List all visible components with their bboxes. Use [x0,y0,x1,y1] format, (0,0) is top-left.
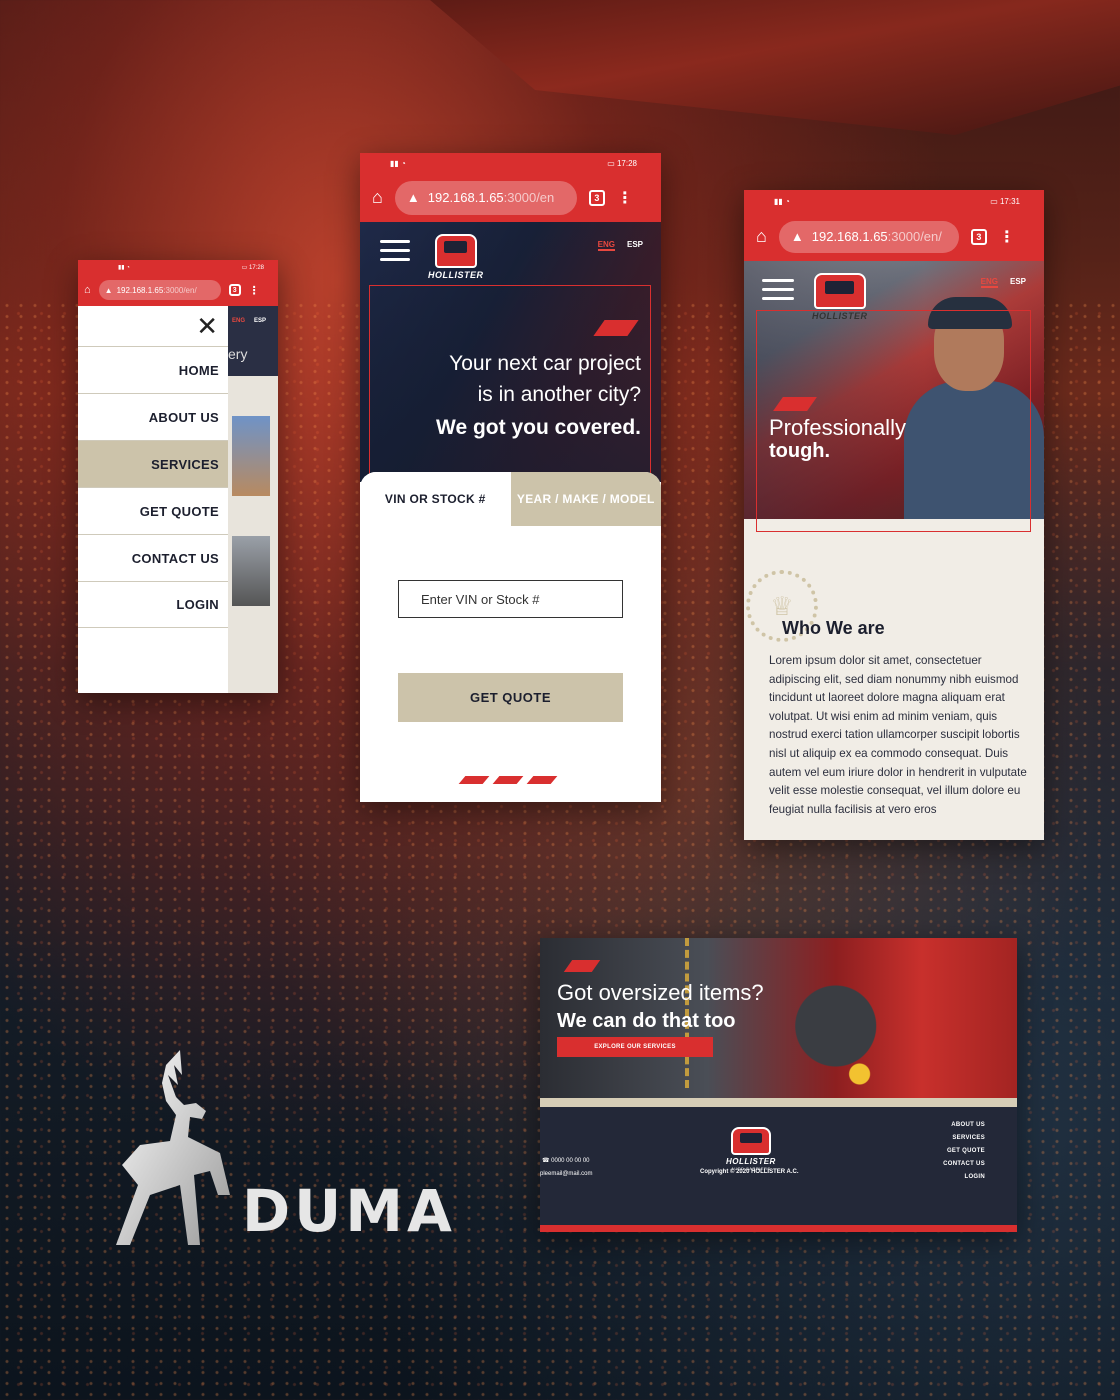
who-body-text: Lorem ipsum dolor sit amet, consectetuer… [769,654,1027,816]
warning-icon: ▲ [406,190,420,205]
footer-email[interactable]: pleemail@mail.com [540,1168,592,1181]
warning-icon: ▲ [790,229,804,244]
footer-phone: 0000 00 00 00 [551,1158,590,1164]
footer-link-get-quote[interactable]: GET QUOTE [943,1145,985,1158]
menu-item-about-us[interactable]: ABOUT US [78,393,228,440]
browser-bar: ⌂ ▲ 192.168.1.65:3000/en/ 3 ⋮ [744,212,1044,261]
who-title: Who We are [782,618,885,638]
home-icon[interactable]: ⌂ [84,284,91,296]
quote-tabs: VIN OR STOCK # YEAR / MAKE / MODEL [360,472,661,526]
footer-link-contact-us[interactable]: CONTACT US [943,1158,985,1171]
footer-contact: ☎ 0000 00 00 00 pleemail@mail.com [540,1155,592,1181]
warning-icon: ▲ [104,285,113,295]
status-time: 17:31 [999,196,1020,206]
airplane-wing [430,0,1120,135]
language-switch: ENG ESP [980,277,1026,288]
hamburger-menu-icon[interactable] [380,240,410,261]
status-time: 17:28 [248,264,264,271]
language-switch: ENG ESP [597,240,643,251]
hero-section: HOLLISTER ENG ESP Your next car project … [360,222,661,482]
menu-item-contact-us[interactable]: CONTACT US [78,534,228,581]
phone-icon: ☎ [542,1158,552,1164]
browser-bar: ⌂ ▲ 192.168.1.65:3000/en 3 ⋮ [360,173,661,222]
battery-icon: ▭ [607,158,617,168]
hero-frame [756,310,1031,532]
brand-name: DUMA [242,1177,456,1245]
nav-menu-panel: ✕ HOME ABOUT US SERVICES GET QUOTE CONTA… [78,306,228,693]
footer-nav: ABOUT US SERVICES GET QUOTE CONTACT US L… [943,1119,985,1184]
url-field[interactable]: ▲ 192.168.1.65:3000/en/ [778,220,959,253]
beige-divider [540,1098,1017,1107]
truck-logo-icon [434,234,477,268]
status-bar: ▮▮ ◔ ▭ 17:28 [78,260,278,274]
site-footer: HOLLISTER AUTO CARRIERS ☎ 0000 00 00 00 … [540,1107,1017,1225]
footer-logo[interactable]: HOLLISTER AUTO CARRIERS [726,1127,776,1171]
duma-brand: DUMA [110,1045,452,1255]
tab-vin-or-stock[interactable]: VIN OR STOCK # [360,472,511,526]
tab-count[interactable]: 3 [228,284,241,296]
browser-bar: ⌂ ▲ 192.168.1.65:3000/en/ 3 ⋮ [78,274,278,306]
menu-item-login[interactable]: LOGIN [78,581,228,628]
oversized-subtitle: We can do that too [557,1010,736,1032]
menu-item-get-quote[interactable]: GET QUOTE [78,487,228,534]
lang-eng[interactable]: ENG [980,277,998,288]
signal-icon: ▮▮ ◔ [774,196,790,206]
lang-eng[interactable]: ENG [597,240,615,251]
close-icon[interactable]: ✕ [196,311,218,342]
slider-dots[interactable] [458,776,558,784]
footer-red-line [540,1225,1017,1232]
phone-quote-screen: ▮▮ ◔ ▭ 17:28 ⌂ ▲ 192.168.1.65:3000/en 3 … [360,153,661,802]
overflow-menu-icon[interactable]: ⋮ [249,284,260,297]
tab-year-make-model[interactable]: YEAR / MAKE / MODEL [510,472,661,526]
tab-count[interactable]: 3 [588,189,605,206]
vin-input[interactable] [398,580,623,618]
phone-who-screen: ▮▮ ◔ ▭ 17:31 ⌂ ▲ 192.168.1.65:3000/en/ 3… [744,190,1044,840]
footer-link-login[interactable]: LOGIN [943,1171,985,1184]
page-behind-menu: ENG ESP ery [228,306,278,693]
status-bar: ▮▮ ◔ ▭ 17:28 [360,153,661,173]
status-bar: ▮▮ ◔ ▭ 17:31 [744,190,1044,212]
status-time: 17:28 [616,158,637,168]
lang-esp[interactable]: ESP [1010,277,1026,288]
copyright: Copyright © 2020 HOLLISTER A.C. [700,1169,799,1175]
menu-item-services[interactable]: SERVICES [78,440,228,487]
home-icon[interactable]: ⌂ [372,187,383,208]
desktop-footer-screen: Got oversized items? We can do that too … [540,938,1017,1232]
overflow-menu-icon[interactable]: ⋮ [999,227,1015,247]
signal-icon: ▮▮ ◔ [118,264,130,271]
signal-icon: ▮▮ ◔ [390,158,406,168]
quote-form-card: VIN OR STOCK # YEAR / MAKE / MODEL GET Q… [360,472,661,802]
footer-link-services[interactable]: SERVICES [943,1132,985,1145]
deer-logo-icon [116,1050,230,1245]
home-icon[interactable]: ⌂ [756,226,767,247]
truck-logo-icon [730,1127,771,1155]
url-field[interactable]: ▲ 192.168.1.65:3000/en [394,180,577,215]
get-quote-button[interactable]: GET QUOTE [398,673,623,722]
battery-icon: ▭ [990,196,1000,206]
overflow-menu-icon[interactable]: ⋮ [617,188,633,208]
oversized-title: Got oversized items? [557,980,764,1005]
hamburger-menu-icon[interactable] [762,279,794,300]
truck-logo-icon [813,273,866,309]
lang-esp[interactable]: ESP [627,240,643,251]
explore-services-button[interactable]: EXPLORE OUR SERVICES [557,1037,713,1057]
footer-link-about-us[interactable]: ABOUT US [943,1119,985,1132]
menu-item-home[interactable]: HOME [78,346,228,393]
phone-menu-screen: ▮▮ ◔ ▭ 17:28 ⌂ ▲ 192.168.1.65:3000/en/ 3… [78,260,278,693]
battery-icon: ▭ [241,264,249,271]
hollister-logo[interactable]: HOLLISTER [428,234,484,280]
hero-headline: Your next car project is in another city… [436,352,641,439]
url-field[interactable]: ▲ 192.168.1.65:3000/en/ [98,280,221,300]
tab-count[interactable]: 3 [970,228,987,245]
